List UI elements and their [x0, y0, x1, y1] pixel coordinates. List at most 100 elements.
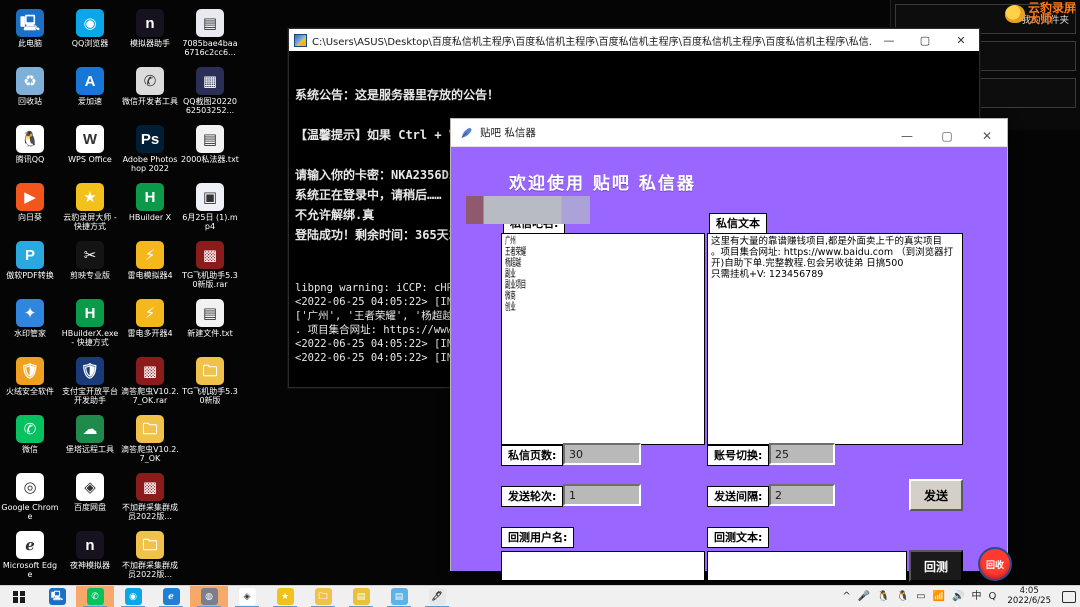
send-interval-input[interactable]	[769, 484, 835, 506]
rar-archive-icon: ▩	[196, 241, 224, 269]
desktop-icon[interactable]: ☁堡塔远程工具	[60, 412, 120, 470]
console-maximize-button[interactable]: ▢	[907, 29, 943, 51]
desktop-icon-label: 微信开发者工具	[121, 97, 179, 106]
desktop-icon[interactable]: 🗀滴答爬虫V10.2.7_OK	[120, 412, 180, 470]
taskbar-items: 🖳✆◉ℯ◍◈★🗀▤▤🖊	[38, 586, 456, 607]
chrome-icon: ◎	[16, 473, 44, 501]
tieba-messenger-window[interactable]: 贴吧 私信器 — ▢ ✕ 欢迎使用 贴吧 私信器 私信吧名: 私信文本 广州 王…	[450, 118, 1008, 571]
taskbar-item-gamepad-app[interactable]: ◍	[190, 586, 228, 607]
tray-icon[interactable]: 🐧	[877, 592, 889, 602]
desktop-icon[interactable]: ▦QQ截图2022062503252...	[180, 64, 240, 122]
tray-icon[interactable]: Q	[989, 592, 997, 602]
taskbar-clock[interactable]: 4:05 2022/6/25	[1003, 587, 1055, 606]
desktop-icon[interactable]: ▤7085bae4baa6716c2cc6...	[180, 6, 240, 64]
notepad-icon: ▤	[391, 588, 408, 605]
app-heading: 欢迎使用 贴吧 私信器	[509, 169, 696, 194]
recorder-watermark-badge: 回收	[978, 547, 1012, 581]
tray-icon[interactable]: ▭	[916, 592, 925, 602]
desktop-area: 🖳此电脑◉QQ浏览器n模拟器助手▤7085bae4baa6716c2cc6...…	[0, 0, 240, 585]
message-pages-input[interactable]	[563, 443, 641, 465]
taskbar-item-qq-browser[interactable]: ◉	[114, 586, 152, 607]
taskbar-item-app-yellow[interactable]: ▤	[342, 586, 380, 607]
message-text-box[interactable]: 这里有大量的靠谱赚钱项目,都是外面卖上千的真实项目 。项目集合网址: https…	[707, 233, 963, 445]
desktop-icon[interactable]: HHBuilderX.exe - 快捷方式	[60, 296, 120, 354]
backtest-text-input[interactable]	[707, 551, 907, 581]
desktop-icon[interactable]: 🐧腾讯QQ	[0, 122, 60, 180]
console-titlebar[interactable]: C:\Users\ASUS\Desktop\百度私信机主程序\百度私信机主程序\…	[289, 29, 979, 51]
desktop-icon[interactable]: ◈百度网盘	[60, 470, 120, 528]
desktop-icon[interactable]: ✦水印管家	[0, 296, 60, 354]
tray-icon[interactable]: 📶	[933, 592, 945, 602]
app-close-button[interactable]: ✕	[967, 122, 1007, 150]
taskbar-item-file-explorer[interactable]: 🖳	[38, 586, 76, 607]
desktop-icon[interactable]: 🛡火绒安全软件	[0, 354, 60, 412]
start-button[interactable]	[0, 586, 38, 607]
desktop-icon[interactable]: ▩不加群采集群成员2022版...	[120, 470, 180, 528]
send-rounds-label: 发送轮次:	[501, 486, 563, 507]
desktop-icon[interactable]: ▣6月25日 (1).mp4	[180, 180, 240, 238]
account-switch-input[interactable]	[769, 443, 835, 465]
desktop-icon[interactable]: HHBuilder X	[120, 180, 180, 238]
taskbar-item-wechat[interactable]: ✆	[76, 586, 114, 607]
text-file-icon: ▤	[196, 125, 224, 153]
app-maximize-button[interactable]: ▢	[927, 122, 967, 150]
new-text-file-icon: ▤	[196, 299, 224, 327]
desktop-icon[interactable]: ♻回收站	[0, 64, 60, 122]
desktop-icon-label: 雷电模拟器4	[121, 271, 179, 280]
desktop-icon-label: TG飞机助手5.30新版	[181, 387, 239, 405]
desktop-icon[interactable]: P傲软PDF转换	[0, 238, 60, 296]
desktop-icon[interactable]: WWPS Office	[60, 122, 120, 180]
taskbar-item-microsoft-edge[interactable]: ℯ	[152, 586, 190, 607]
taskbar-item-baidu-netdisk[interactable]: ◈	[228, 586, 266, 607]
desktop-icon[interactable]: ✆微信	[0, 412, 60, 470]
taskbar-item-yunbao-recorder[interactable]: ★	[266, 586, 304, 607]
folder-icon: 🗀	[136, 415, 164, 443]
desktop-icon[interactable]: ▶向日葵	[0, 180, 60, 238]
selection-highlight-artifact	[466, 196, 590, 224]
tray-icon[interactable]: 🐧	[897, 592, 909, 602]
desktop-icon[interactable]: ▤新建文件.txt	[180, 296, 240, 354]
tray-icon[interactable]: 🎤	[858, 592, 870, 602]
desktop-icon[interactable]: ✂剪映专业版	[60, 238, 120, 296]
desktop-icon[interactable]: 🛡支付宝开放平台开发助手	[60, 354, 120, 412]
desktop-icon[interactable]: ◎Google Chrome	[0, 470, 60, 528]
desktop-icon[interactable]: ▤2000私法器.txt	[180, 122, 240, 180]
taskbar[interactable]: 🖳✆◉ℯ◍◈★🗀▤▤🖊 ^🎤🐧🐧▭📶🔊中Q 4:05 2022/6/25	[0, 585, 1080, 607]
app-titlebar[interactable]: 贴吧 私信器 — ▢ ✕	[451, 119, 1007, 147]
desktop-icon[interactable]: PsAdobe Photoshop 2022	[120, 122, 180, 180]
notification-center-icon[interactable]	[1062, 591, 1076, 603]
taskbar-item-notepad[interactable]: ▤	[380, 586, 418, 607]
desktop-icon[interactable]: ★云豹录屏大师 - 快捷方式	[60, 180, 120, 238]
send-rounds-input[interactable]	[563, 484, 641, 506]
desktop-icon-label: 回收站	[1, 97, 59, 106]
desktop-icon[interactable]: ⚡雷电多开器4	[120, 296, 180, 354]
tray-icon[interactable]: ^	[842, 592, 850, 602]
tray-icon[interactable]: 中	[972, 592, 982, 602]
taskbar-item-folder[interactable]: 🗀	[304, 586, 342, 607]
console-minimize-button[interactable]: —	[871, 29, 907, 51]
desktop-icon[interactable]: ⚡雷电模拟器4	[120, 238, 180, 296]
desktop-icon[interactable]: 🖳此电脑	[0, 6, 60, 64]
console-close-button[interactable]: ✕	[943, 29, 979, 51]
message-text-value: 这里有大量的靠谱赚钱项目,都是外面卖上千的真实项目 。项目集合网址: https…	[708, 234, 962, 282]
desktop-icon[interactable]: ▩滴答爬虫V10.2.7_OK.rar	[120, 354, 180, 412]
send-button[interactable]: 发送	[909, 479, 963, 511]
desktop-icon[interactable]: ✆微信开发者工具	[120, 64, 180, 122]
bar-name-listbox[interactable]: 广州 王者荣耀 杨超越 副业 副业项目 微商 创业	[501, 233, 705, 445]
desktop-icon[interactable]: n模拟器助手	[120, 6, 180, 64]
app-minimize-button[interactable]: —	[887, 122, 927, 150]
desktop-icon[interactable]: n夜神模拟器	[60, 528, 120, 586]
desktop-icon[interactable]: ▩TG飞机助手5.30新版.rar	[180, 238, 240, 296]
edge-icon: ℯ	[16, 531, 44, 559]
desktop-icon-label: 云豹录屏大师 - 快捷方式	[61, 213, 119, 231]
tray-icon[interactable]: 🔊	[952, 592, 964, 602]
desktop-icon[interactable]: 🗀不加群采集群成员2022版...	[120, 528, 180, 586]
desktop-icon[interactable]: A爱加速	[60, 64, 120, 122]
desktop-icon[interactable]: 🗀TG飞机助手5.30新版	[180, 354, 240, 412]
wps-office-icon: W	[76, 125, 104, 153]
backtest-button[interactable]: 回测	[909, 550, 963, 582]
taskbar-item-tieba-messenger[interactable]: 🖊	[418, 586, 456, 607]
desktop-icon[interactable]: ℯMicrosoft Edge	[0, 528, 60, 586]
backtest-username-input[interactable]	[501, 551, 705, 581]
desktop-icon[interactable]: ◉QQ浏览器	[60, 6, 120, 64]
